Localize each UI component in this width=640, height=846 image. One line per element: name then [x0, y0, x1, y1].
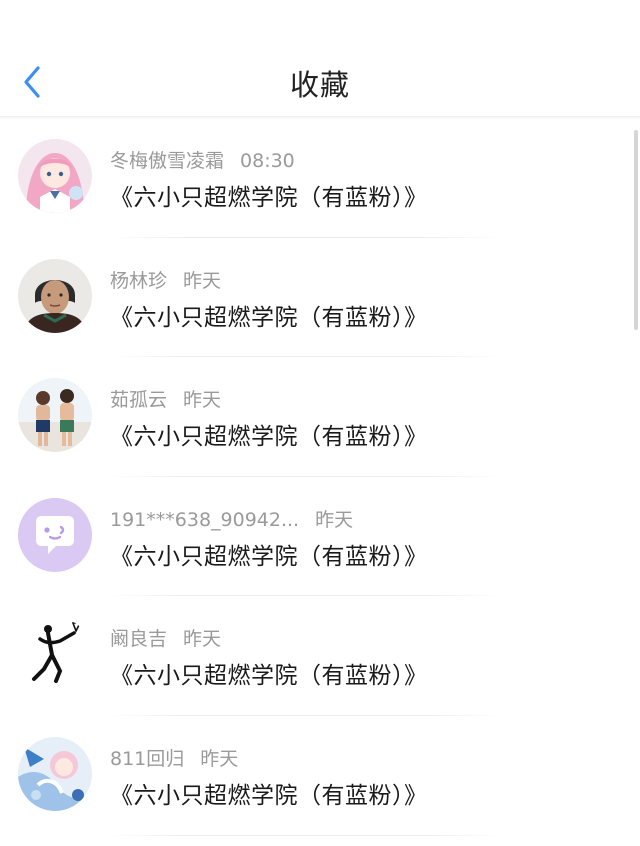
- item-meta: 茹孤云 昨天: [110, 385, 221, 412]
- item-content: 《六小只超燃学院（有蓝粉）》: [110, 424, 428, 451]
- item-content: 《六小只超燃学院（有蓝粉）》: [110, 304, 428, 331]
- chat-bubble-avatar-icon: [18, 497, 92, 572]
- list-item[interactable]: 191***638_90942... 昨天 《六小只超燃学院（有蓝粉）》: [0, 477, 640, 597]
- stick-figure-avatar-icon: [18, 617, 92, 692]
- timestamp: 昨天: [315, 508, 354, 531]
- list-item[interactable]: 杨林珍 昨天 《六小只超燃学院（有蓝粉）》: [0, 238, 640, 358]
- avatar[interactable]: [18, 139, 92, 213]
- avatar[interactable]: [18, 497, 92, 572]
- avatar[interactable]: [18, 736, 92, 811]
- avatar[interactable]: [18, 378, 92, 453]
- item-content: 《六小只超燃学院（有蓝粉）》: [110, 543, 428, 570]
- anime-girl-avatar-icon: [18, 139, 92, 213]
- list-item[interactable]: 冬梅傲雪凌霜 08:30 《六小只超燃学院（有蓝粉）》: [0, 118, 640, 238]
- sender-name: 811回归: [110, 747, 185, 770]
- sender-name: 冬梅傲雪凌霜: [110, 150, 225, 172]
- item-meta: 冬梅傲雪凌霜 08:30: [110, 146, 295, 173]
- item-meta: 811回归 昨天: [110, 744, 238, 771]
- avatar[interactable]: [18, 258, 92, 333]
- item-content: 《六小只超燃学院（有蓝粉）》: [110, 782, 428, 809]
- timestamp: 昨天: [183, 628, 222, 651]
- item-meta: 191***638_90942... 昨天: [110, 505, 353, 532]
- page-title: 收藏: [289, 68, 350, 102]
- avatar[interactable]: [18, 617, 92, 692]
- boys-beach-avatar-icon: [18, 378, 92, 453]
- list-item[interactable]: 811回归 昨天 《六小只超燃学院（有蓝粉）》: [0, 716, 640, 836]
- header-bar: 收藏: [0, 0, 640, 117]
- item-meta: 杨林珍 昨天: [110, 266, 221, 293]
- timestamp: 昨天: [183, 389, 222, 412]
- divider: [110, 834, 500, 836]
- sender-name: 杨林珍: [110, 269, 168, 292]
- timestamp: 昨天: [183, 269, 222, 292]
- timestamp: 昨天: [200, 747, 239, 770]
- timestamp: 08:30: [240, 150, 295, 172]
- favorites-list: 冬梅傲雪凌霜 08:30 《六小只超燃学院（有蓝粉）》 杨林珍 昨天 《六小只超…: [0, 118, 640, 836]
- favorites-screen: 收藏 冬梅傲雪凌霜 08:30 《六小只超燃学院（有蓝粉）》 杨林珍 昨天 《六…: [0, 0, 640, 846]
- list-item[interactable]: 阚良吉 昨天 《六小只超燃学院（有蓝粉）》: [0, 596, 640, 716]
- scrollbar[interactable]: [634, 130, 638, 330]
- item-content: 《六小只超燃学院（有蓝粉）》: [110, 663, 428, 690]
- elderly-woman-avatar-icon: [18, 258, 92, 333]
- anime-art-avatar-icon: [18, 736, 92, 811]
- sender-name: 阚良吉: [110, 628, 168, 651]
- item-content: 《六小只超燃学院（有蓝粉）》: [110, 185, 428, 211]
- list-item[interactable]: 茹孤云 昨天 《六小只超燃学院（有蓝粉）》: [0, 357, 640, 477]
- sender-name: 茹孤云: [110, 389, 168, 412]
- sender-name: 191***638_90942...: [110, 508, 300, 531]
- item-meta: 阚良吉 昨天: [110, 624, 221, 651]
